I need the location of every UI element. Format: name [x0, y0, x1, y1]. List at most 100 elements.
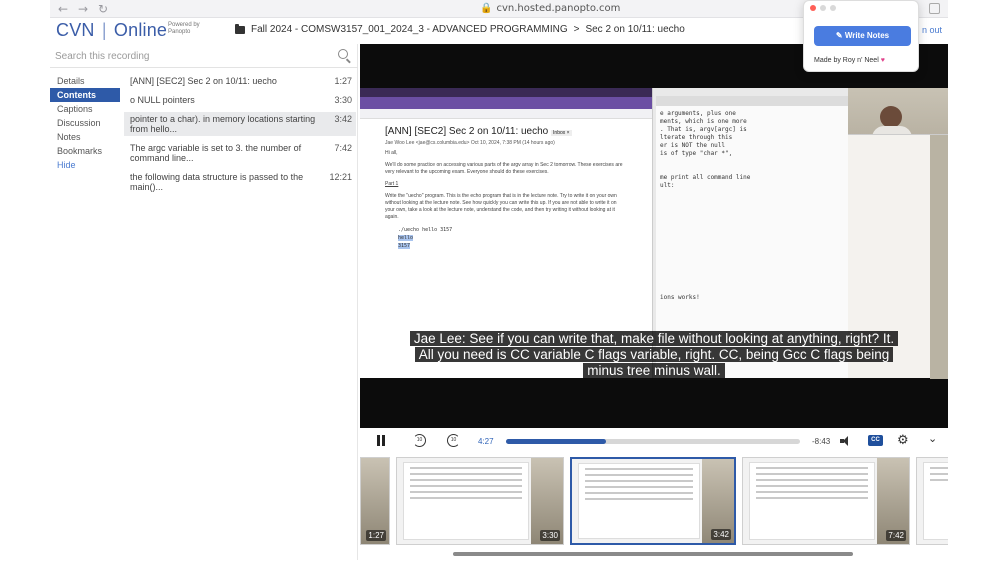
thumbnail[interactable]: 3:30	[396, 457, 564, 545]
logo-cvn-text: CVN	[56, 20, 95, 40]
thumbnail-doc	[749, 462, 875, 540]
email-subject-text: [ANN] [SEC2] Sec 2 on 10/11: uecho	[385, 126, 549, 137]
thumbnail-time: 1:27	[366, 530, 386, 541]
logo-online-text: Online	[113, 20, 168, 40]
folder-icon	[235, 23, 245, 34]
forward-icon[interactable]: →	[78, 2, 88, 16]
window-controls	[810, 5, 836, 11]
thumbnail[interactable]	[916, 457, 948, 545]
sidebar-item-hide[interactable]: Hide	[50, 158, 120, 172]
write-notes-label: Write Notes	[844, 31, 890, 40]
thumbnail-strip: 1:27 3:30 3:42 7:42	[360, 454, 948, 550]
list-item[interactable]: o NULL pointers 3:30	[124, 93, 356, 107]
email-inbox-tag: Inbox ×	[551, 130, 572, 136]
sidebar-item-contents[interactable]: Contents	[50, 88, 120, 102]
forward-10-icon[interactable]: 10	[447, 434, 460, 447]
maximize-icon[interactable]	[830, 5, 836, 11]
captions-button[interactable]: CC	[868, 435, 883, 446]
sidebar-item-captions[interactable]: Captions	[50, 102, 120, 116]
caption-line: Jae Lee: See if you can write that, make…	[409, 331, 899, 346]
sidebar-item-bookmarks[interactable]: Bookmarks	[50, 144, 120, 158]
list-item[interactable]: [ANN] [SEC2] Sec 2 on 10/11: uecho 1:27	[124, 74, 356, 88]
list-item-title: pointer to a char). in memory locations …	[130, 114, 316, 134]
thumbnail-time: 3:30	[540, 530, 560, 541]
list-item-time: 12:21	[329, 172, 352, 182]
thumbnail-time: 3:42	[711, 529, 731, 540]
rewind-10-icon[interactable]: 10	[413, 434, 426, 447]
sidebar-item-notes[interactable]: Notes	[50, 130, 120, 144]
email-code-line: 3157	[398, 243, 411, 249]
closed-caption: Jae Lee: See if you can write that, make…	[360, 331, 948, 379]
write-notes-button[interactable]: ✎ Write Notes	[814, 26, 911, 46]
list-item-time: 3:30	[334, 95, 352, 105]
list-item[interactable]: the following data structure is passed t…	[124, 170, 356, 194]
email-greeting: Hi all,	[385, 150, 398, 156]
pencil-icon: ✎	[835, 31, 845, 40]
list-item-time: 3:42	[334, 114, 352, 124]
search-bar	[50, 44, 358, 68]
address-url: cvn.hosted.panopto.com	[496, 3, 621, 14]
thumbnail-selected[interactable]: 3:42	[570, 457, 736, 545]
progress-bar[interactable]	[506, 439, 800, 444]
video-email-from: Jae Woo Lee <jae@cs.columbia.edu> Oct 10…	[385, 140, 555, 146]
powered-by-line2: Panopto	[168, 29, 191, 35]
list-item-title: The argc variable is set to 3. the numbe…	[130, 143, 302, 163]
list-item-selected[interactable]: pointer to a char). in memory locations …	[124, 112, 356, 136]
email-para2: Write the "uecho" program. This is the e…	[385, 193, 617, 220]
extension-popup: ✎ Write Notes Made by Roy n' Neel ♥	[803, 0, 919, 72]
thumbnail-doc	[403, 462, 529, 540]
email-code-line: hello	[398, 235, 414, 241]
made-by-credit: Made by Roy n' Neel ♥	[814, 57, 885, 64]
pause-button[interactable]	[376, 435, 386, 446]
thumbnail-doc	[923, 462, 948, 540]
sidebar-item-discussion[interactable]: Discussion	[50, 116, 120, 130]
tabs-overview-icon[interactable]	[929, 3, 940, 14]
back-icon[interactable]: ←	[58, 2, 68, 16]
webcam-person	[880, 106, 902, 128]
chevron-down-icon[interactable]: ⌄	[928, 432, 937, 445]
list-item-title: the following data structure is passed t…	[130, 172, 304, 192]
close-icon[interactable]	[810, 5, 816, 11]
list-item[interactable]: The argc variable is set to 3. the numbe…	[124, 141, 356, 165]
caption-line: minus tree minus wall.	[583, 363, 725, 378]
search-icon[interactable]	[338, 49, 348, 59]
current-time: 4:27	[478, 437, 494, 446]
thumbnail-scrollbar[interactable]	[453, 552, 853, 556]
email-code-line: ./uecho hello 3157	[398, 227, 453, 233]
video-player[interactable]: [ANN] [SEC2] Sec 2 on 10/11: uecho Inbox…	[360, 44, 948, 428]
sidebar: Details Contents Captions Discussion Not…	[50, 44, 358, 560]
lock-icon: 🔒	[480, 3, 493, 14]
video-browser-tabbar	[360, 97, 652, 109]
email-para1: We'll do some practice on accessing vari…	[385, 162, 623, 175]
sign-out-link[interactable]: n out	[922, 25, 942, 35]
video-browser-toolbar	[360, 109, 652, 119]
sidebar-item-details[interactable]: Details	[50, 74, 120, 88]
player-controls: 10 10 4:27 -8:43 CC ⚙ ⌄	[360, 428, 948, 454]
made-by-text: Made by Roy n' Neel	[814, 57, 879, 64]
thumbnail[interactable]: 7:42	[742, 457, 910, 545]
sidebar-nav: Details Contents Captions Discussion Not…	[50, 74, 120, 172]
minimize-icon[interactable]	[820, 5, 826, 11]
list-item-time: 1:27	[334, 76, 352, 86]
remaining-time: -8:43	[812, 437, 831, 446]
list-item-title: [ANN] [SEC2] Sec 2 on 10/11: uecho	[130, 76, 277, 86]
search-input[interactable]	[55, 48, 325, 64]
video-email-body: Hi all, We'll do some practice on access…	[360, 146, 652, 221]
powered-by-panopto: Powered by Panopto	[168, 22, 200, 36]
caption-line: All you need is CC variable C flags vari…	[414, 347, 894, 362]
list-item-title: o NULL pointers	[130, 95, 195, 105]
volume-icon[interactable]	[840, 436, 852, 446]
address-bar[interactable]: 🔒 cvn.hosted.panopto.com	[480, 3, 620, 14]
reload-icon[interactable]: ↻	[98, 2, 108, 16]
thumbnail[interactable]: 1:27	[360, 457, 390, 545]
heart-icon: ♥	[880, 57, 885, 64]
video-email-code: ./uecho hello 3157 hello 3157	[360, 226, 652, 250]
breadcrumb-session: Sec 2 on 10/11: uecho	[585, 24, 685, 35]
video-terminal-text: e arguments, plus one ments, which is on…	[660, 110, 751, 301]
progress-fill	[506, 439, 606, 444]
app-root: ← → ↻ 🔒 cvn.hosted.panopto.com CVN | Onl…	[0, 0, 1000, 563]
cvn-online-logo[interactable]: CVN | Online	[56, 20, 167, 41]
thumbnail-time: 7:42	[886, 530, 906, 541]
gear-icon[interactable]: ⚙	[897, 434, 910, 447]
breadcrumb-folder[interactable]: Fall 2024 - COMSW3157_001_2024_3 - ADVAN…	[251, 24, 568, 35]
